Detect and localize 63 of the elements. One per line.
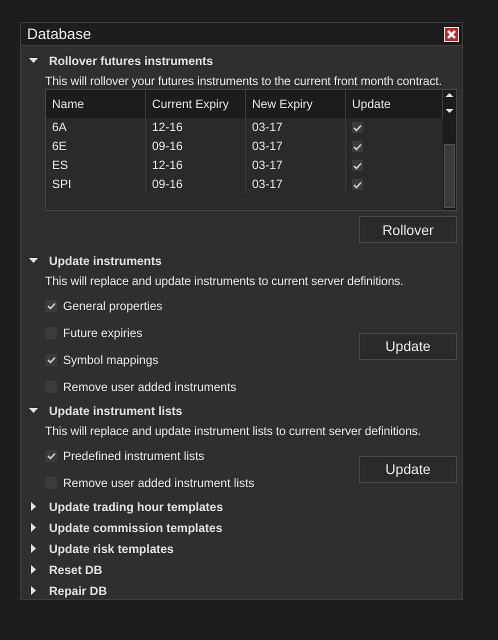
checkmark-icon [353,162,362,170]
table-cell: 09-16 [146,137,246,156]
expand-arrow-icon[interactable] [29,502,38,511]
checkmark-icon [353,142,362,150]
column-header[interactable]: New Expiry [246,90,346,118]
table-cell: 6E [46,137,146,156]
rollover-button[interactable]: Rollover [359,216,457,243]
table-cell: SPI [46,175,146,194]
checkbox[interactable] [45,354,57,366]
column-header[interactable]: Name [46,90,146,118]
collapse-arrow-icon[interactable] [29,258,38,263]
table-cell: 09-16 [146,175,246,194]
update-button[interactable]: Update [359,332,457,360]
checkbox[interactable] [352,141,363,152]
table-cell: 03-17 [246,137,346,156]
scroll-arrows-icon[interactable] [443,90,456,116]
checkbox-label[interactable]: Remove user added instruments [63,380,236,394]
section-header[interactable]: Update commission templates [49,520,222,534]
table-cell: 12-16 [146,156,246,175]
expand-arrow-icon[interactable] [29,586,38,595]
section-header[interactable]: Update trading hour templates [49,500,224,514]
scrollbar-thumb[interactable] [444,144,455,208]
description-text: This will replace and update instruments to current server definitions. [45,273,404,290]
checkbox[interactable] [45,300,57,312]
column-header[interactable]: Update [346,90,443,118]
checkbox-label[interactable]: Remove user added instrument lists [63,476,254,490]
description-text: This will rollover your futures instruments to the current front month contract. [45,73,443,90]
section-header[interactable]: Reset DB [49,562,102,576]
table-cell: ES [46,156,146,175]
collapse-arrow-icon[interactable] [29,58,38,63]
section-header[interactable]: Update risk templates [49,542,174,556]
update-button[interactable]: Update [359,456,457,482]
checkmark-icon [353,124,362,132]
table-cell: 03-17 [246,175,346,194]
checkbox[interactable] [45,450,57,462]
column-header[interactable]: Current Expiry [146,90,246,118]
expand-arrow-icon[interactable] [29,565,38,574]
table-cell: 03-17 [246,156,346,175]
checkmark-icon [353,180,362,188]
table-cell: 6A [46,118,146,137]
description-text: This will replace and update instrument lists to current server definitions. [45,423,422,440]
close-icon[interactable] [444,26,459,42]
checkbox-label[interactable]: Future expiries [63,326,142,340]
checkmark-icon [46,452,56,460]
section-header[interactable]: Update instruments [49,254,162,268]
checkmark-icon [46,302,56,310]
scrollbar[interactable] [443,90,456,210]
expand-arrow-icon[interactable] [29,544,38,553]
checkmark-icon [46,356,56,364]
checkbox-label[interactable]: Symbol mappings [63,352,158,366]
checkbox-label[interactable]: General properties [63,298,162,312]
section-header[interactable]: Update instrument lists [49,404,182,418]
table-cell: 03-17 [246,118,346,137]
table-cell: 12-16 [146,118,246,137]
checkbox[interactable] [352,122,363,133]
section-header[interactable]: Rollover futures instruments [49,54,214,68]
expand-arrow-icon[interactable] [29,523,38,532]
checkbox[interactable] [352,160,363,171]
collapse-arrow-icon[interactable] [29,408,38,413]
checkbox-label[interactable]: Predefined instrument lists [63,448,204,462]
window-title: Database [27,26,92,42]
section-header[interactable]: Repair DB [49,584,108,598]
checkbox[interactable] [352,179,363,190]
